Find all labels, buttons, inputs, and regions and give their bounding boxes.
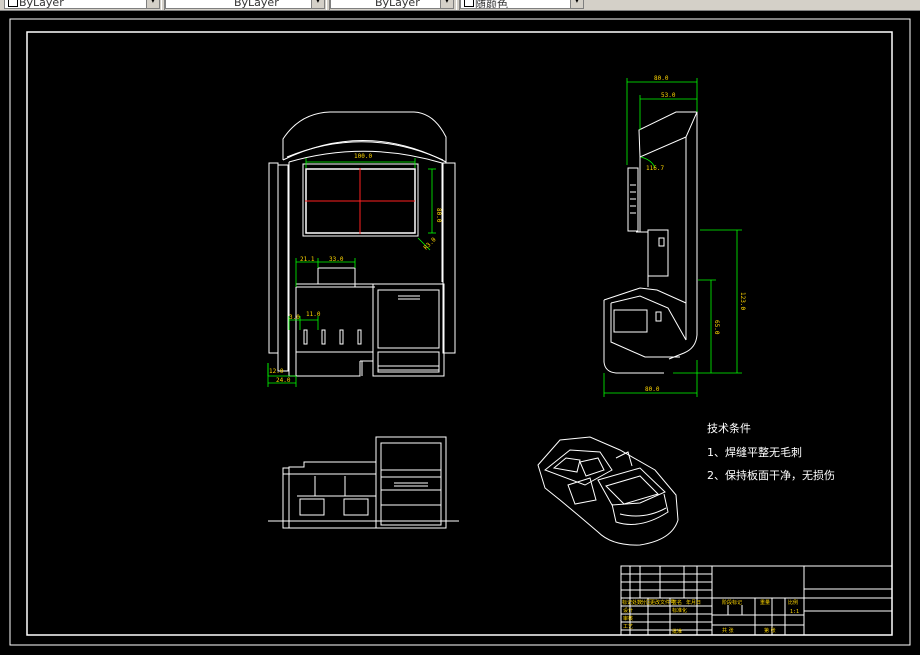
front-tab — [357, 329, 362, 345]
iso-panel-inner — [605, 475, 659, 505]
plan-ribs — [314, 476, 346, 496]
dim-front-d1: 21.1 — [300, 256, 315, 263]
side-step — [640, 231, 649, 287]
technical-notes: 技术条件 1、焊缝平整无毛刺 2、保持板面干净，无损伤 — [707, 421, 835, 482]
linetype-swatch — [8, 0, 18, 7]
tb-scale-value: 1:1 — [790, 609, 799, 615]
drawing-frame — [26, 31, 893, 636]
notes-item-1: 1、焊缝平整无毛刺 — [707, 445, 802, 459]
tb-sheet-total: 共 张 — [722, 627, 734, 634]
notes-item-2: 2、保持板面干净，无损伤 — [707, 468, 835, 482]
plan-pocket — [343, 498, 369, 516]
front-right-box — [372, 283, 445, 377]
tb-sheet-num: 第 张 — [764, 627, 776, 634]
notes-heading: 技术条件 — [707, 421, 751, 435]
tb-r1-5: 年月日 — [686, 599, 701, 606]
tb-r4-1: 批准 — [672, 628, 682, 635]
drawing-canvas[interactable]: 100.0 80.0 R3.0 21.1 33.0 3.0 11.0 12.0 … — [0, 10, 920, 655]
dim-front-d3: 3.0 — [289, 314, 300, 321]
dim-front-d4: 11.0 — [306, 311, 321, 318]
front-right-box-lower — [377, 351, 440, 373]
plan-pocket — [299, 498, 325, 516]
color-value: 随颜色 — [475, 0, 508, 9]
front-tab — [303, 329, 308, 345]
iso-panel-edge — [611, 493, 669, 525]
side-lower-slot — [655, 311, 662, 322]
dim-side-top-inner: 53.0 — [661, 92, 676, 99]
plan-view — [268, 436, 459, 529]
front-step — [360, 360, 373, 376]
front-left-flange — [277, 164, 289, 372]
plan-left-body — [288, 461, 377, 529]
tb-scale-label: 比例 — [788, 599, 798, 606]
drawing-svg[interactable]: 100.0 80.0 R3.0 21.1 33.0 3.0 11.0 12.0 … — [0, 10, 920, 655]
front-right-box-lines — [378, 365, 439, 371]
dim-front-chamfer: R3.0 — [422, 236, 437, 251]
plan-right-lines — [381, 469, 441, 506]
front-dimensions — [267, 158, 436, 387]
iso-outline — [537, 436, 679, 546]
front-centerlines — [305, 168, 415, 234]
plan-right-box-inner — [380, 442, 442, 526]
front-right-flange — [442, 162, 456, 354]
tb-r2-0: 设计 — [623, 607, 633, 614]
lineweight-combo[interactable]: ByLayer ▼ — [165, 0, 325, 9]
front-left-flange-outer — [268, 162, 279, 354]
lineweight-value: ByLayer — [234, 0, 279, 9]
side-view — [603, 111, 698, 374]
side-top-visor — [638, 111, 698, 158]
side-lower-front — [603, 300, 664, 374]
plotstyle-combo[interactable]: ByLayer ▼ — [330, 0, 454, 9]
iso-panel — [597, 467, 666, 506]
tb-weight-label: 重量 — [760, 599, 770, 606]
iso-side-box — [567, 477, 597, 505]
chevron-down-icon[interactable]: ▼ — [440, 0, 453, 8]
tb-stage-label: 阶段标记 — [722, 599, 742, 606]
color-swatch — [464, 0, 474, 7]
plotstyle-value: ByLayer — [375, 0, 420, 9]
chevron-down-icon[interactable]: ▼ — [146, 0, 159, 8]
dim-side-h-long: 123.0 — [739, 292, 746, 310]
dim-side-top-outer: 80.0 — [654, 75, 669, 82]
dim-front-height: 80.0 — [435, 208, 442, 223]
isometric-view — [537, 436, 679, 546]
plan-left-flange — [282, 467, 290, 529]
side-dim-text: 80.0 53.0 116.7 123.0 65.0 80.0 — [645, 75, 746, 393]
side-hinge-slots — [630, 184, 636, 214]
iso-opening-2 — [579, 457, 605, 477]
tb-r1-0: 标记 — [622, 599, 632, 606]
front-tab — [321, 329, 326, 345]
dim-side-bottom: 80.0 — [645, 386, 660, 393]
dim-front-bottom-h: 12.0 — [269, 368, 284, 375]
chevron-down-icon[interactable]: ▼ — [570, 0, 583, 8]
dim-front-d2: 33.0 — [329, 256, 344, 263]
color-combo[interactable]: 随颜色 ▼ — [460, 0, 584, 9]
side-slot — [658, 237, 665, 247]
tb-r4-0: 工艺 — [623, 624, 633, 630]
iso-curve — [619, 507, 667, 517]
iso-edge — [615, 451, 633, 467]
plan-handle — [394, 482, 428, 487]
side-dimensions — [603, 78, 742, 397]
side-lower-chute — [610, 295, 687, 341]
tb-r2-1: 标准化 — [672, 607, 687, 614]
tb-r3-0: 审核 — [623, 615, 633, 622]
dim-front-width: 100.0 — [354, 153, 372, 160]
chevron-down-icon[interactable]: ▼ — [311, 0, 324, 8]
side-lower-top — [603, 287, 687, 304]
side-lower-window — [613, 309, 648, 333]
linetype-value: ByLayer — [19, 0, 64, 9]
front-handle — [398, 295, 420, 300]
tb-r1-4: 签名 — [672, 599, 682, 606]
sheet-border — [9, 18, 911, 646]
dim-side-h-short: 65.0 — [713, 320, 720, 335]
cad-application: ByLayer ▼ ByLayer ▼ ByLayer ▼ 随颜色 ▼ 100.… — [0, 0, 920, 655]
linetype-combo[interactable]: ByLayer ▼ — [4, 0, 160, 9]
dim-side-angle: 116.7 — [646, 165, 664, 172]
dim-front-bottom-w: 24.0 — [276, 377, 291, 384]
side-inner-box — [647, 229, 669, 277]
side-back-edge — [668, 112, 698, 360]
front-tab — [339, 329, 344, 345]
